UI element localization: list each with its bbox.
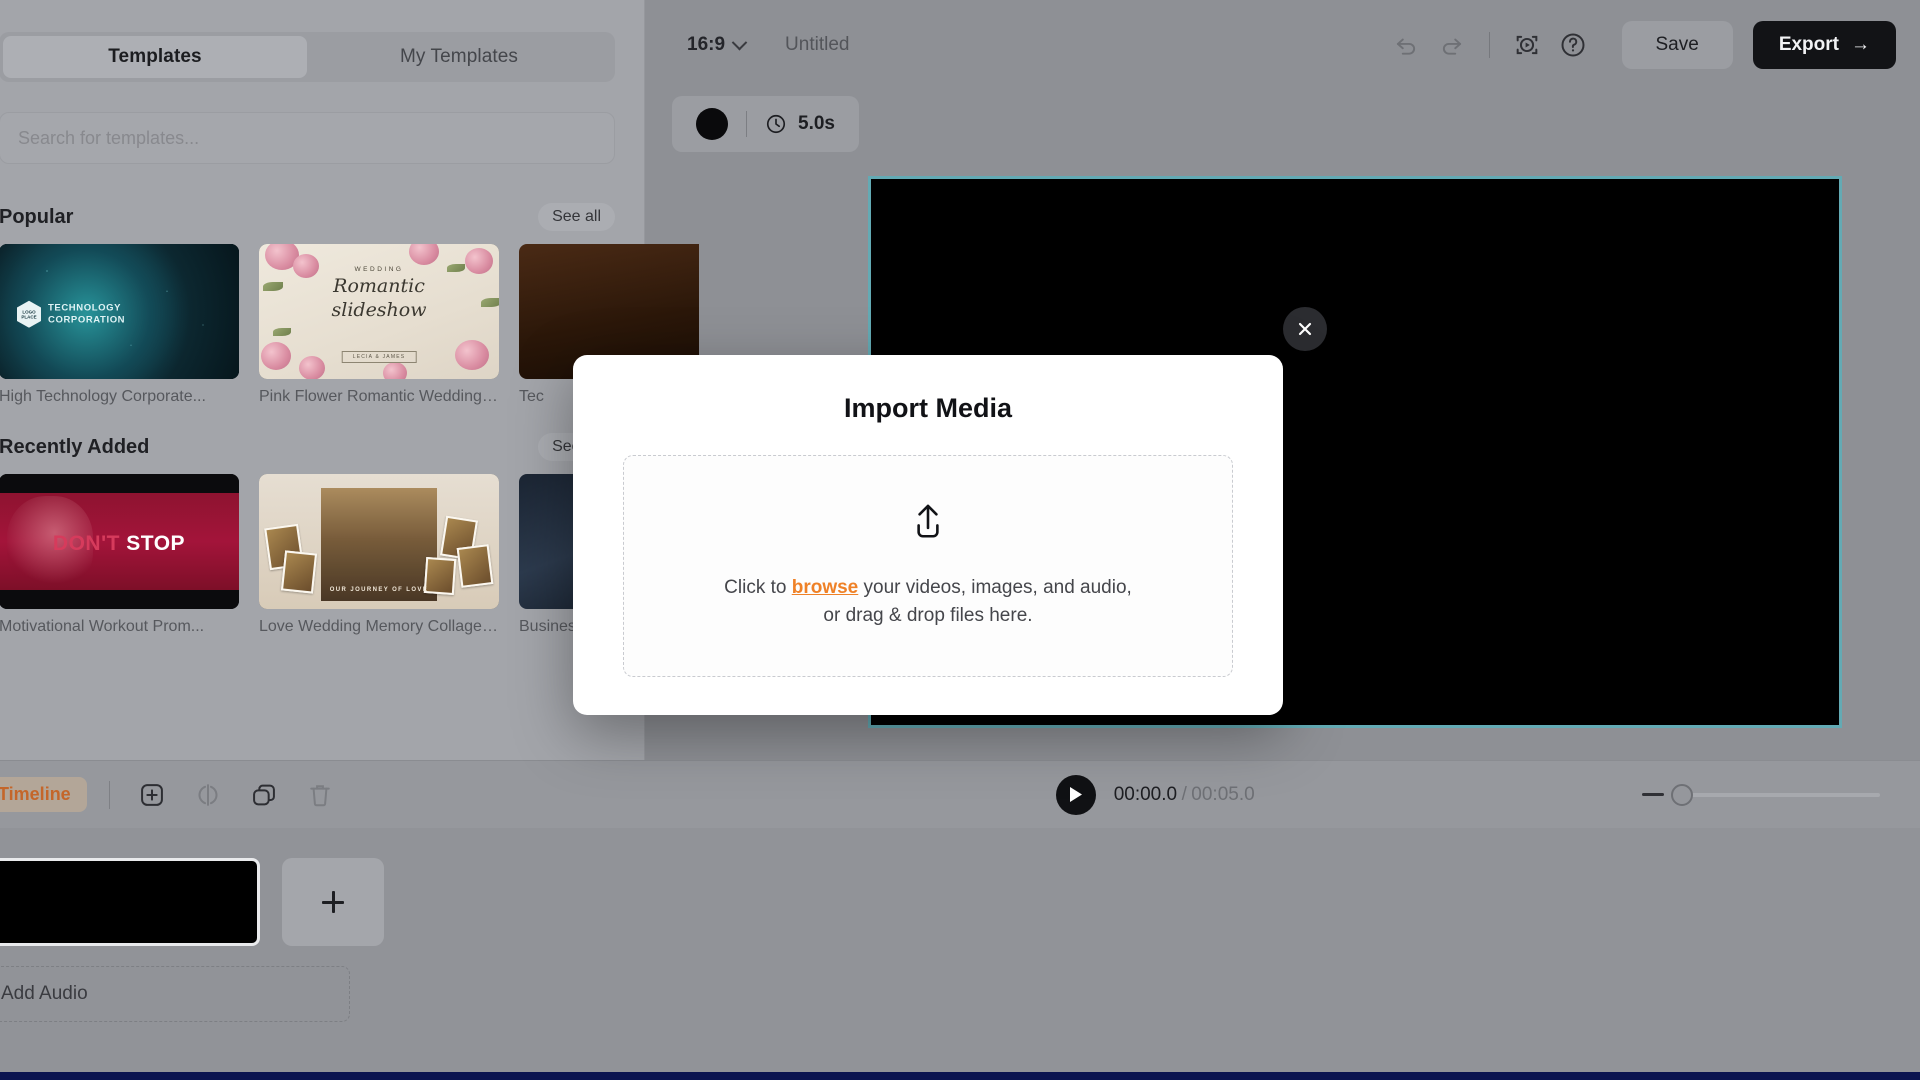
modal-title: Import Media	[843, 393, 1012, 423]
dropzone-line-1-before: Click to	[724, 577, 792, 599]
upload-icon	[917, 505, 939, 538]
dropzone-line-1: Click to browse your videos, images, and…	[724, 574, 1132, 602]
browse-link[interactable]: browse	[792, 577, 859, 598]
dropzone-line-2: or drag & drop files here.	[823, 605, 1033, 626]
close-icon[interactable]	[1283, 307, 1327, 351]
dropzone-text: Click to browse your videos, images, and…	[724, 574, 1132, 629]
dropzone-line-1-after: your videos, images, and audio,	[858, 577, 1132, 599]
import-media-modal: Import Media Click to browse your videos…	[573, 355, 1283, 715]
file-dropzone[interactable]: Click to browse your videos, images, and…	[623, 455, 1233, 677]
video-editor-app: Templates My Templates Search for templa…	[0, 0, 1920, 1080]
